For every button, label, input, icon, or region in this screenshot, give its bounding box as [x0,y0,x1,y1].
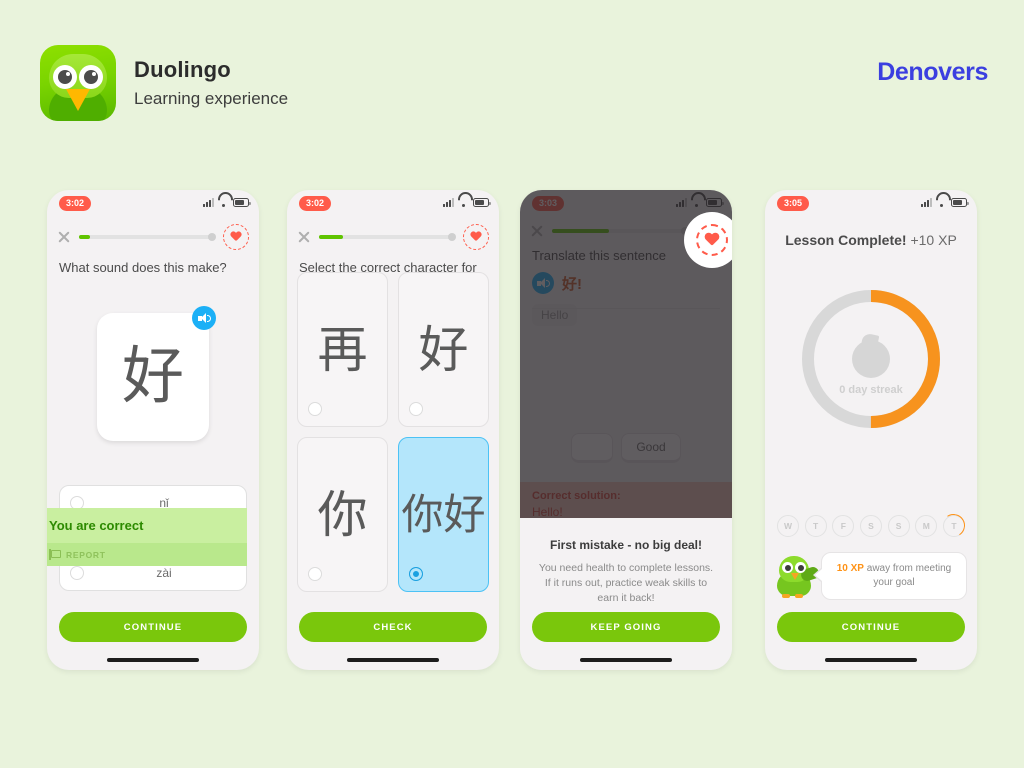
report-label: REPORT [66,549,106,560]
flag-icon [49,549,61,560]
option-tile[interactable]: 好 [398,272,489,427]
sheet-title: First mistake - no big deal! [549,538,703,552]
correct-banner: You are correct REPORT [47,508,247,566]
phone-screen-4: 3:05 Lesson Complete! +10 XP 0 day strea… [765,190,977,670]
status-bar: 3:02 [47,190,259,218]
bubble-text: away from meeting your goal [863,563,952,588]
phone-screen-1: 3:02 What sound does this make? 好 nǐ zài… [47,190,259,670]
signal-icon [443,198,454,207]
day-circle[interactable]: S [859,515,882,537]
continue-button[interactable]: CONTINUE [777,612,965,642]
character-options-grid: 再 好 你 你好 [297,272,489,592]
lesson-top-row [47,218,259,250]
radio-icon[interactable] [308,402,322,416]
lesson-top-row [287,218,499,250]
close-icon[interactable] [57,230,71,244]
brand-header: Duolingo Learning experience [40,45,288,121]
report-button[interactable]: REPORT [47,543,247,566]
answer-label: zài [156,566,172,580]
home-indicator [347,658,439,662]
option-glyph: 好 [418,321,469,378]
streak-ring: 0 day streak [796,284,946,434]
keep-going-button[interactable]: KEEP GOING [532,612,720,642]
signal-icon [921,198,932,207]
radio-icon[interactable] [409,402,423,416]
phone-screen-3: 3:03 Translate this sentence [520,190,732,670]
heart-icon[interactable] [463,224,489,250]
sheet-body: You need health to complete lessons. If … [538,562,714,605]
close-icon[interactable] [297,230,311,244]
wifi-icon [458,198,469,207]
day-circle-today[interactable]: T [942,515,965,537]
page-title: Lesson Complete! +10 XP [765,218,977,248]
denovers-logo: Denovers [877,58,988,86]
day-circle[interactable]: W [777,515,799,537]
status-bar: 3:05 [765,190,977,218]
speaker-icon[interactable] [192,306,216,330]
home-indicator [580,658,672,662]
option-tile-selected[interactable]: 你好 [398,437,489,592]
flame-icon [852,332,890,378]
option-glyph: 再 [317,321,368,378]
weekly-days-row: W T F S S M T [777,515,965,537]
lesson-progress-bar [319,233,456,241]
phone-screen-2: 3:02 Select the correct character for “n… [287,190,499,670]
radio-icon[interactable] [409,567,423,581]
xp-highlight: 10 XP [836,563,864,574]
radio-icon[interactable] [308,567,322,581]
option-tile[interactable]: 你 [297,437,388,592]
speech-bubble: 10 XP away from meeting your goal [813,552,967,600]
xp-gain-label: +10 XP [906,232,957,248]
battery-icon [473,198,491,207]
day-circle[interactable]: S [887,515,910,537]
lesson-complete-label: Lesson Complete! [785,232,907,248]
battery-icon [951,198,969,207]
correct-message: You are correct [49,518,144,533]
day-circle[interactable]: T [804,515,827,537]
poster-canvas: Duolingo Learning experience Denovers 3:… [0,0,1024,768]
duolingo-owl-icon [40,45,116,121]
continue-button[interactable]: CONTINUE [59,612,247,642]
option-glyph: 你 [317,486,368,543]
character-card[interactable]: 好 [97,306,216,441]
check-button[interactable]: CHECK [299,612,487,642]
option-glyph: 你好 [401,490,486,538]
status-time: 3:05 [777,196,810,211]
home-indicator [825,658,917,662]
battery-icon [233,198,251,207]
radio-icon[interactable] [70,566,84,580]
status-time: 3:02 [59,196,92,211]
heart-icon [684,212,732,268]
heart-icon[interactable] [223,224,249,250]
mistake-sheet: First mistake - no big deal! You need he… [520,518,732,670]
card-character: 好 [121,342,184,411]
day-circle[interactable]: M [915,515,938,537]
owl-bubble-row: 10 XP away from meeting your goal [775,552,967,600]
lesson-progress-bar [79,233,216,241]
wifi-icon [218,198,229,207]
option-tile[interactable]: 再 [297,272,388,427]
wifi-icon [936,198,947,207]
home-indicator [107,658,199,662]
status-time: 3:02 [299,196,332,211]
question-text: What sound does this make? [59,260,227,275]
app-name: Duolingo [134,57,231,82]
status-bar: 3:02 [287,190,499,218]
streak-label: 0 day streak [839,384,903,396]
app-subtitle: Learning experience [134,89,289,108]
signal-icon [203,198,214,207]
day-circle[interactable]: F [832,515,855,537]
